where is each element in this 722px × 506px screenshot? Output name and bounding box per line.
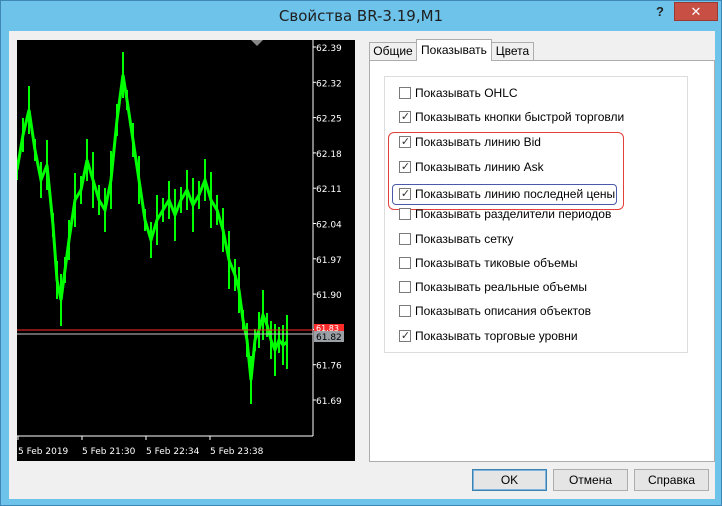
cancel-button[interactable]: Отмена bbox=[553, 469, 628, 491]
price-tick-label: 62.25 bbox=[316, 115, 342, 125]
checkbox-object-descriptions[interactable] bbox=[399, 305, 411, 317]
option-label: Показывать тиковые объемы bbox=[415, 256, 578, 270]
price-tick-label: 62.18 bbox=[316, 150, 342, 160]
option-show-tick-volumes[interactable]: Показывать тиковые объемы bbox=[399, 254, 578, 272]
ok-button[interactable]: OK bbox=[472, 469, 547, 491]
tab-general[interactable]: Общие bbox=[369, 42, 417, 60]
options-group: Показывать OHLC Показывать кнопки быстро… bbox=[384, 76, 688, 353]
time-tick-label: 5 Feb 22:34 bbox=[146, 447, 200, 457]
chart-preview: 62.39 62.32 62.25 62.18 62.11 62.04 61.97 61.90… bbox=[17, 40, 355, 461]
bid-price-label: 61.82 bbox=[316, 333, 342, 343]
help-title-button[interactable]: ? bbox=[647, 2, 673, 21]
option-show-last-price-line[interactable]: Показывать линию последней цены bbox=[399, 185, 615, 203]
option-show-ohlc[interactable]: Показывать OHLC bbox=[399, 84, 518, 102]
time-tick-label: 5 Feb 2019 bbox=[18, 447, 69, 457]
tab-colors[interactable]: Цвета bbox=[491, 42, 534, 60]
time-tick-label: 5 Feb 23:38 bbox=[210, 447, 264, 457]
properties-dialog: Свойства BR-3.19,M1 ? ✕ 62.39 62.32 62.25 6… bbox=[0, 0, 722, 506]
option-label: Показывать разделители периодов bbox=[415, 207, 612, 221]
price-tick-label: 62.39 bbox=[316, 44, 342, 54]
option-label: Показывать OHLC bbox=[415, 86, 518, 100]
option-show-quick-trading[interactable]: Показывать кнопки быстрой торговли bbox=[399, 108, 624, 126]
option-label: Показывать линию Bid bbox=[415, 135, 541, 149]
option-show-trade-levels[interactable]: Показывать торговые уровни bbox=[399, 327, 578, 345]
price-tick-label: 62.11 bbox=[316, 185, 342, 195]
checkbox-ohlc[interactable] bbox=[399, 87, 411, 99]
option-label: Показывать линию последней цены bbox=[415, 187, 616, 201]
option-show-real-volumes[interactable]: Показывать реальные объемы bbox=[399, 278, 587, 296]
help-button[interactable]: Справка bbox=[634, 469, 709, 491]
option-show-period-separators[interactable]: Показывать разделители периодов bbox=[399, 205, 611, 223]
checkbox-quick-trading[interactable] bbox=[399, 111, 411, 123]
checkbox-bid-line[interactable] bbox=[399, 136, 411, 148]
checkbox-last-price-line[interactable] bbox=[399, 188, 411, 200]
price-tick-label: 62.04 bbox=[316, 221, 342, 231]
show-tab-panel: Показывать OHLC Показывать кнопки быстро… bbox=[369, 60, 715, 462]
price-tick-label: 61.97 bbox=[316, 256, 342, 266]
checkbox-ask-line[interactable] bbox=[399, 161, 411, 173]
checkbox-trade-levels[interactable] bbox=[399, 330, 411, 342]
option-show-bid-line[interactable]: Показывать линию Bid bbox=[399, 133, 541, 151]
tab-show[interactable]: Показывать bbox=[416, 39, 492, 61]
option-show-object-descriptions[interactable]: Показывать описания объектов bbox=[399, 302, 591, 320]
checkbox-grid[interactable] bbox=[399, 233, 411, 245]
option-show-ask-line[interactable]: Показывать линию Ask bbox=[399, 158, 544, 176]
price-tick-label: 61.69 bbox=[316, 397, 342, 407]
price-tick-label: 61.90 bbox=[316, 291, 342, 301]
option-label: Показывать сетку bbox=[415, 232, 514, 246]
option-label: Показывать описания объектов bbox=[415, 304, 592, 318]
price-tick-label: 62.32 bbox=[316, 79, 342, 89]
dialog-client-area: 62.39 62.32 62.25 62.18 62.11 62.04 61.97 61.90… bbox=[9, 31, 715, 499]
window-title: Свойства BR-3.19,M1 bbox=[278, 7, 444, 25]
close-button[interactable]: ✕ bbox=[674, 2, 718, 21]
time-tick-label: 5 Feb 21:30 bbox=[82, 447, 136, 457]
price-tick-label: 61.76 bbox=[316, 362, 342, 372]
option-label: Показывать линию Ask bbox=[415, 160, 544, 174]
checkbox-real-volumes[interactable] bbox=[399, 281, 411, 293]
shift-marker-icon bbox=[251, 40, 263, 46]
chart-canvas: 62.39 62.32 62.25 62.18 62.11 62.04 61.97 61.90… bbox=[17, 40, 344, 457]
option-label: Показывать торговые уровни bbox=[415, 329, 578, 343]
option-show-grid[interactable]: Показывать сетку bbox=[399, 230, 513, 248]
checkbox-period-separators[interactable] bbox=[399, 208, 411, 220]
title-bar[interactable]: Свойства BR-3.19,M1 ? ✕ bbox=[1, 1, 721, 31]
checkbox-tick-volumes[interactable] bbox=[399, 257, 411, 269]
option-label: Показывать реальные объемы bbox=[415, 280, 587, 294]
option-label: Показывать кнопки быстрой торговли bbox=[415, 110, 625, 124]
